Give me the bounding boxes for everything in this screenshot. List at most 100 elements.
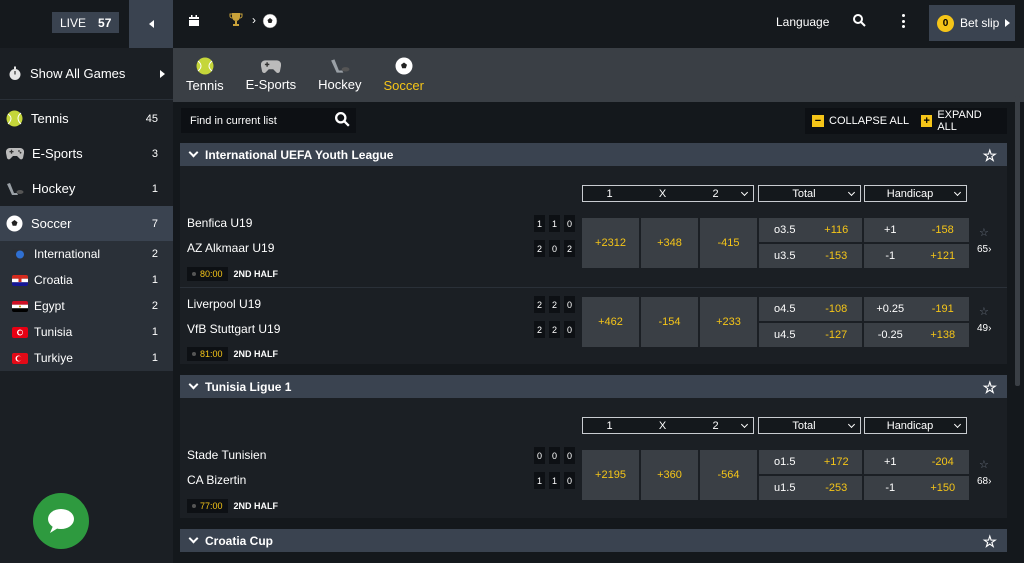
tab-soccer[interactable]: Soccer (379, 48, 429, 102)
tab-hockey[interactable]: Hockey (313, 48, 366, 102)
handicap-odd: +150 (930, 482, 956, 494)
odd-handicap-home[interactable]: +1 -158 (864, 218, 969, 242)
odd-handicap-away[interactable]: -0.25 +138 (864, 323, 969, 347)
sidebar-item-tennis[interactable]: Tennis 45 (0, 101, 173, 136)
market-total: Total (792, 187, 816, 200)
match-period: 2ND HALF (233, 348, 279, 359)
handicap-line: -0.25 (877, 329, 903, 341)
expand-all-button[interactable]: + EXPAND ALL (914, 108, 1007, 134)
favorite-star-icon[interactable]: ☆ (983, 378, 997, 398)
market-total-select[interactable]: Total (758, 417, 861, 434)
sidebar-subitem-international[interactable]: International 2 (0, 241, 173, 267)
collapse-sidebar-button[interactable] (129, 0, 173, 48)
more-markets-link[interactable]: 65› (977, 244, 991, 255)
sidebar-item-esports[interactable]: E-Sports 3 (0, 136, 173, 171)
favorite-star-icon[interactable]: ☆ (983, 146, 997, 166)
sidebar-subitem-turkiye[interactable]: Turkiye 1 (0, 345, 173, 371)
league-block: 1 X 2 Total Handicap Stade Tunisien CA B… (180, 398, 1007, 518)
odd-x[interactable]: -154 (641, 297, 698, 347)
collapse-all-button[interactable]: − COLLAPSE ALL (805, 108, 917, 134)
soccer-ball-icon[interactable] (262, 13, 278, 32)
odd-handicap-home[interactable]: +1 -204 (864, 450, 969, 474)
home-team: Benfica U19 (187, 216, 253, 230)
market-handicap-select[interactable]: Handicap (864, 417, 967, 434)
market-total-select[interactable]: Total (758, 185, 861, 202)
favorite-star-icon[interactable]: ☆ (979, 458, 989, 471)
market-total: Total (792, 419, 816, 432)
gamepad-icon (260, 59, 281, 73)
sidebar-item-hockey[interactable]: Hockey 1 (0, 171, 173, 206)
market-handicap-select[interactable]: Handicap (864, 185, 967, 202)
bet-slip-button[interactable]: 0 Bet slip (929, 5, 1015, 41)
sidebar-subitem-croatia[interactable]: Croatia 1 (0, 267, 173, 293)
chevron-right-icon (160, 69, 165, 78)
total-line: u4.5 (774, 329, 796, 341)
more-menu-icon[interactable] (900, 14, 906, 28)
odd-1[interactable]: +2312 (582, 218, 639, 268)
match-row[interactable]: Liverpool U19 VfB Stuttgart U19 2 2 0 2 … (180, 287, 1007, 365)
search-icon[interactable] (335, 112, 350, 127)
odd-2[interactable]: -564 (700, 450, 757, 500)
away-score: 1 (534, 472, 545, 489)
league-header[interactable]: Tunisia Ligue 1 ☆ (180, 375, 1007, 398)
tab-tennis[interactable]: Tennis (181, 48, 229, 102)
favorite-star-icon[interactable]: ☆ (979, 305, 989, 318)
language-selector[interactable]: Language (776, 15, 829, 29)
match-period: 2ND HALF (233, 268, 279, 279)
odd-x[interactable]: +348 (641, 218, 698, 268)
odd-handicap-home[interactable]: +0.25 -191 (864, 297, 969, 321)
tab-esports[interactable]: E-Sports (241, 48, 302, 102)
odd-1[interactable]: +2195 (582, 450, 639, 500)
odd-handicap-away[interactable]: -1 +121 (864, 244, 969, 268)
sidebar-item-soccer[interactable]: Soccer 7 (0, 206, 173, 241)
total-odd: -108 (825, 303, 848, 315)
match-row[interactable]: Stade Tunisien CA Bizertin 0 0 0 1 1 0 7… (180, 440, 1007, 518)
home-score: 0 (564, 296, 575, 313)
odd-total-over[interactable]: o3.5 +116 (759, 218, 862, 242)
match-clock: 81:00 (200, 348, 223, 359)
market-1x2-select[interactable]: 1 X 2 (582, 417, 754, 434)
sidebar: Show All Games Tennis 45 E-Sports 3 Hock… (0, 48, 173, 563)
odd-x[interactable]: +360 (641, 450, 698, 500)
total-odd: +172 (823, 456, 849, 468)
away-score: 1 (549, 472, 560, 489)
odd-total-over[interactable]: o4.5 -108 (759, 297, 862, 321)
chevron-down-icon (188, 533, 199, 544)
collapse-all-label: COLLAPSE ALL (829, 115, 910, 127)
sidebar-subitem-egypt[interactable]: Egypt 2 (0, 293, 173, 319)
sidebar-subitem-count: 1 (151, 352, 158, 364)
show-all-games-button[interactable]: Show All Games (0, 48, 173, 100)
live-button[interactable]: LIVE 57 (52, 12, 119, 33)
more-markets-link[interactable]: 49› (977, 323, 991, 334)
handicap-line: -1 (885, 482, 896, 494)
odd-total-under[interactable]: u1.5 -253 (759, 476, 862, 500)
scrollbar[interactable] (1015, 96, 1020, 386)
away-score: 2 (564, 240, 575, 257)
favorite-star-icon[interactable]: ☆ (983, 532, 997, 552)
market-handicap: Handicap (886, 187, 934, 200)
sidebar-subitem-tunisia[interactable]: Tunisia 1 (0, 319, 173, 345)
calendar-icon[interactable] (188, 14, 200, 30)
odd-2[interactable]: +233 (700, 297, 757, 347)
odd-total-under[interactable]: u4.5 -127 (759, 323, 862, 347)
find-in-list-input[interactable]: Find in current list (181, 108, 356, 133)
match-row[interactable]: Benfica U19 AZ Alkmaar U19 1 1 0 2 0 2 8… (180, 208, 1007, 286)
chat-button[interactable] (33, 493, 89, 549)
chat-bubble-icon (48, 509, 74, 533)
league-header[interactable]: Croatia Cup ☆ (180, 529, 1007, 552)
odd-1[interactable]: +462 (582, 297, 639, 347)
sidebar-item-label: Soccer (31, 216, 72, 231)
more-markets-link[interactable]: 68› (977, 476, 991, 487)
search-icon[interactable] (853, 14, 866, 30)
odd-total-over[interactable]: o1.5 +172 (759, 450, 862, 474)
market-1x2-select[interactable]: 1 X 2 (582, 185, 754, 202)
odd-handicap-away[interactable]: -1 +150 (864, 476, 969, 500)
tab-label: E-Sports (245, 76, 297, 92)
favorite-star-icon[interactable]: ☆ (979, 226, 989, 239)
league-header[interactable]: International UEFA Youth League ☆ (180, 143, 1007, 166)
handicap-odd: +121 (930, 250, 956, 262)
main-content: Tennis E-Sports Hockey Soccer Find in cu… (173, 48, 1024, 563)
trophy-icon[interactable] (229, 12, 243, 31)
odd-2[interactable]: -415 (700, 218, 757, 268)
odd-total-under[interactable]: u3.5 -153 (759, 244, 862, 268)
